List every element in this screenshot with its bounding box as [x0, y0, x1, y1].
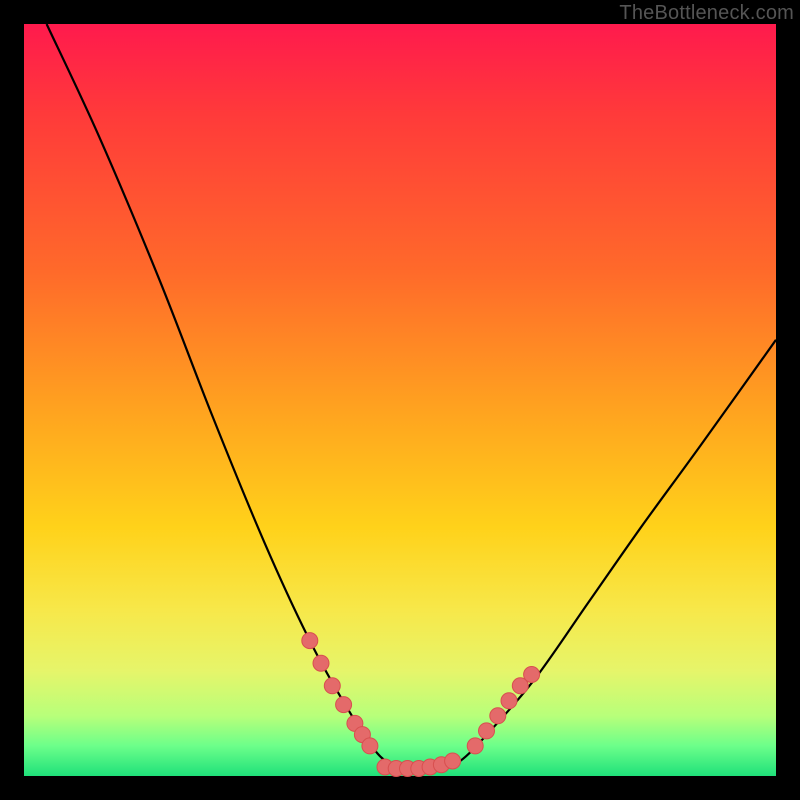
marker-dot [362, 738, 378, 754]
marker-dot [324, 678, 340, 694]
marker-dot [445, 753, 461, 769]
marker-dot [302, 633, 318, 649]
bottleneck-curve [47, 24, 776, 770]
marker-layer [302, 633, 540, 777]
chart-frame: TheBottleneck.com [0, 0, 800, 800]
marker-dot [501, 693, 517, 709]
marker-dot [490, 708, 506, 724]
marker-dot [467, 738, 483, 754]
marker-dot [336, 697, 352, 713]
marker-dot [313, 655, 329, 671]
watermark-text: TheBottleneck.com [619, 2, 794, 25]
marker-dot [479, 723, 495, 739]
marker-dot [524, 667, 540, 683]
chart-svg [24, 24, 776, 776]
